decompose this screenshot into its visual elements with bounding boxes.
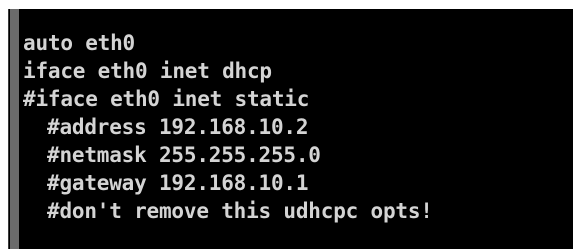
config-line-address-commented: #address 192.168.10.2	[47, 115, 309, 139]
config-line-netmask-commented: #netmask 255.255.255.0	[47, 143, 321, 167]
config-line-iface-static-commented: #iface eth0 inet static	[23, 87, 310, 111]
screenshot-frame: auto eth0 iface eth0 inet dhcp #iface et…	[0, 0, 581, 249]
config-line-auto-eth0: auto eth0	[23, 31, 135, 55]
config-file-content: auto eth0 iface eth0 inet dhcp #iface et…	[23, 29, 433, 225]
config-line-iface-dhcp: iface eth0 inet dhcp	[23, 59, 272, 83]
config-line-comment-note: #don't remove this udhcpc opts!	[47, 199, 433, 223]
config-line-gateway-commented: #gateway 192.168.10.1	[47, 171, 309, 195]
left-gutter-bar	[10, 9, 19, 249]
terminal-window[interactable]: auto eth0 iface eth0 inet dhcp #iface et…	[8, 9, 573, 249]
